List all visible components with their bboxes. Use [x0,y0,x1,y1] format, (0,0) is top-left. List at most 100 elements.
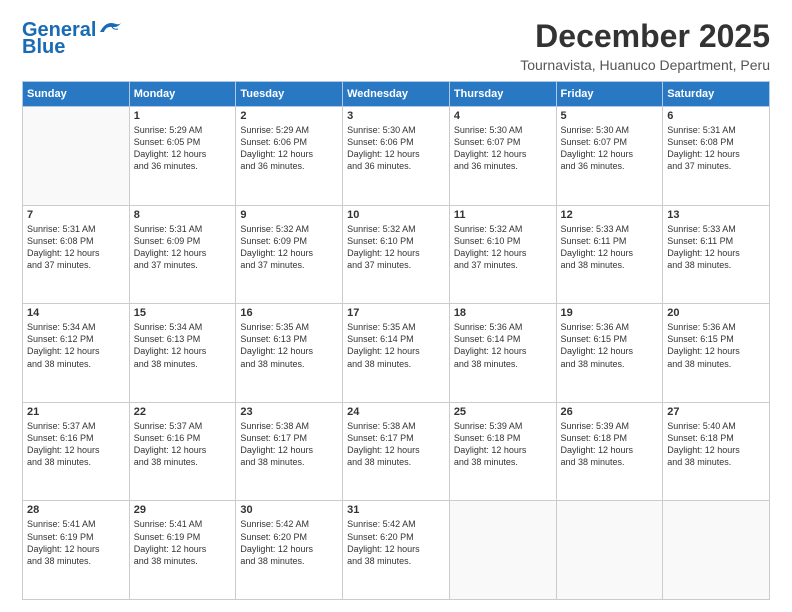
day-info: Sunrise: 5:36 AM Sunset: 6:15 PM Dayligh… [667,321,765,370]
calendar-cell: 21Sunrise: 5:37 AM Sunset: 6:16 PM Dayli… [23,402,130,501]
page: General Blue December 2025 Tournavista, … [0,0,792,612]
calendar-cell: 13 Sunrise: 5:33 AM Sunset: 6:11 PM Dayli… [663,205,770,304]
calendar-cell: 2 Sunrise: 5:29 AM Sunset: 6:06 PM Daylig… [236,107,343,206]
day-number: 6 [667,110,765,122]
calendar-cell: 7 Sunrise: 5:31 AM Sunset: 6:08 PM Daylig… [23,205,130,304]
calendar-cell: 9 Sunrise: 5:32 AM Sunset: 6:09 PM Daylig… [236,205,343,304]
day-info: Sunrise: 5:41 AM Sunset: 6:19 PM Dayligh… [134,518,232,567]
calendar-cell: 26Sunrise: 5:39 AM Sunset: 6:18 PM Dayli… [556,402,663,501]
calendar-cell: 20 Sunrise: 5:36 AM Sunset: 6:15 PM Dayli… [663,304,770,403]
calendar-cell: 11 Sunrise: 5:32 AM Sunset: 6:10 PM Dayli… [449,205,556,304]
day-number: 13 [667,209,765,221]
day-number: 10 [347,209,445,221]
day-info: Sunrise: 5:30 AM Sunset: 6:07 PM Dayligh… [561,124,659,173]
header: General Blue December 2025 Tournavista, … [22,18,770,73]
calendar-header-thursday: Thursday [449,82,556,107]
day-number: 30 [240,504,338,516]
day-number: 17 [347,307,445,319]
day-info: Sunrise: 5:31 AM Sunset: 6:08 PM Dayligh… [667,124,765,173]
calendar-cell: 29 Sunrise: 5:41 AM Sunset: 6:19 PM Dayli… [129,501,236,600]
day-number: 2 [240,110,338,122]
calendar-cell: 25 Sunrise: 5:39 AM Sunset: 6:18 PM Dayli… [449,402,556,501]
day-number: 16 [240,307,338,319]
calendar-cell: 8Sunrise: 5:31 AM Sunset: 6:09 PM Daylig… [129,205,236,304]
day-info: Sunrise: 5:32 AM Sunset: 6:09 PM Dayligh… [240,223,338,272]
calendar-cell: 27Sunrise: 5:40 AM Sunset: 6:18 PM Dayli… [663,402,770,501]
day-number: 26 [561,406,659,418]
calendar-cell: 19 Sunrise: 5:36 AM Sunset: 6:15 PM Dayli… [556,304,663,403]
calendar-cell [663,501,770,600]
day-info: Sunrise: 5:29 AM Sunset: 6:05 PM Dayligh… [134,124,232,173]
day-info: Sunrise: 5:39 AM Sunset: 6:18 PM Dayligh… [454,420,552,469]
day-info: Sunrise: 5:38 AM Sunset: 6:17 PM Dayligh… [347,420,445,469]
day-number: 19 [561,307,659,319]
logo-bird-icon [98,18,124,38]
day-info: Sunrise: 5:31 AM Sunset: 6:08 PM Dayligh… [27,223,125,272]
day-info: Sunrise: 5:30 AM Sunset: 6:07 PM Dayligh… [454,124,552,173]
title-block: December 2025 Tournavista, Huanuco Depar… [520,18,770,73]
calendar-week-row: 28Sunrise: 5:41 AM Sunset: 6:19 PM Dayli… [23,501,770,600]
calendar-cell: 6 Sunrise: 5:31 AM Sunset: 6:08 PM Daylig… [663,107,770,206]
day-number: 11 [454,209,552,221]
day-number: 9 [240,209,338,221]
calendar-cell: 22Sunrise: 5:37 AM Sunset: 6:16 PM Dayli… [129,402,236,501]
day-number: 18 [454,307,552,319]
day-info: Sunrise: 5:37 AM Sunset: 6:16 PM Dayligh… [27,420,125,469]
day-number: 7 [27,209,125,221]
day-info: Sunrise: 5:31 AM Sunset: 6:09 PM Dayligh… [134,223,232,272]
day-number: 12 [561,209,659,221]
calendar-cell: 31Sunrise: 5:42 AM Sunset: 6:20 PM Dayli… [343,501,450,600]
calendar-cell [449,501,556,600]
calendar-cell: 28Sunrise: 5:41 AM Sunset: 6:19 PM Dayli… [23,501,130,600]
day-number: 1 [134,110,232,122]
calendar-cell: 15 Sunrise: 5:34 AM Sunset: 6:13 PM Dayli… [129,304,236,403]
day-info: Sunrise: 5:37 AM Sunset: 6:16 PM Dayligh… [134,420,232,469]
calendar-header-sunday: Sunday [23,82,130,107]
day-info: Sunrise: 5:36 AM Sunset: 6:15 PM Dayligh… [561,321,659,370]
calendar-cell: 10Sunrise: 5:32 AM Sunset: 6:10 PM Dayli… [343,205,450,304]
calendar-cell: 5 Sunrise: 5:30 AM Sunset: 6:07 PM Daylig… [556,107,663,206]
calendar-cell: 18 Sunrise: 5:36 AM Sunset: 6:14 PM Dayli… [449,304,556,403]
calendar-header-monday: Monday [129,82,236,107]
day-number: 20 [667,307,765,319]
day-info: Sunrise: 5:34 AM Sunset: 6:12 PM Dayligh… [27,321,125,370]
day-info: Sunrise: 5:42 AM Sunset: 6:20 PM Dayligh… [240,518,338,567]
day-info: Sunrise: 5:34 AM Sunset: 6:13 PM Dayligh… [134,321,232,370]
day-info: Sunrise: 5:35 AM Sunset: 6:14 PM Dayligh… [347,321,445,370]
day-info: Sunrise: 5:30 AM Sunset: 6:06 PM Dayligh… [347,124,445,173]
day-number: 14 [27,307,125,319]
day-number: 25 [454,406,552,418]
calendar-cell: 14 Sunrise: 5:34 AM Sunset: 6:12 PM Dayli… [23,304,130,403]
day-number: 5 [561,110,659,122]
day-number: 27 [667,406,765,418]
calendar-cell: 1 Sunrise: 5:29 AM Sunset: 6:05 PM Daylig… [129,107,236,206]
day-info: Sunrise: 5:41 AM Sunset: 6:19 PM Dayligh… [27,518,125,567]
day-info: Sunrise: 5:32 AM Sunset: 6:10 PM Dayligh… [454,223,552,272]
calendar-week-row: 14 Sunrise: 5:34 AM Sunset: 6:12 PM Dayli… [23,304,770,403]
calendar-cell: 3Sunrise: 5:30 AM Sunset: 6:06 PM Daylig… [343,107,450,206]
calendar-header-saturday: Saturday [663,82,770,107]
day-info: Sunrise: 5:29 AM Sunset: 6:06 PM Dayligh… [240,124,338,173]
day-number: 15 [134,307,232,319]
subtitle: Tournavista, Huanuco Department, Peru [520,57,770,73]
day-number: 24 [347,406,445,418]
calendar-week-row: 1 Sunrise: 5:29 AM Sunset: 6:05 PM Daylig… [23,107,770,206]
logo-blue: Blue [22,36,65,59]
calendar-header-row: SundayMondayTuesdayWednesdayThursdayFrid… [23,82,770,107]
calendar-cell [556,501,663,600]
day-info: Sunrise: 5:42 AM Sunset: 6:20 PM Dayligh… [347,518,445,567]
calendar-table: SundayMondayTuesdayWednesdayThursdayFrid… [22,81,770,600]
day-info: Sunrise: 5:33 AM Sunset: 6:11 PM Dayligh… [667,223,765,272]
calendar-week-row: 7 Sunrise: 5:31 AM Sunset: 6:08 PM Daylig… [23,205,770,304]
calendar-cell: 4Sunrise: 5:30 AM Sunset: 6:07 PM Daylig… [449,107,556,206]
calendar-header-friday: Friday [556,82,663,107]
calendar-header-wednesday: Wednesday [343,82,450,107]
calendar-cell: 16Sunrise: 5:35 AM Sunset: 6:13 PM Dayli… [236,304,343,403]
calendar-cell: 17 Sunrise: 5:35 AM Sunset: 6:14 PM Dayli… [343,304,450,403]
calendar-cell [23,107,130,206]
calendar-week-row: 21Sunrise: 5:37 AM Sunset: 6:16 PM Dayli… [23,402,770,501]
calendar-header-tuesday: Tuesday [236,82,343,107]
day-info: Sunrise: 5:38 AM Sunset: 6:17 PM Dayligh… [240,420,338,469]
day-info: Sunrise: 5:36 AM Sunset: 6:14 PM Dayligh… [454,321,552,370]
day-number: 29 [134,504,232,516]
